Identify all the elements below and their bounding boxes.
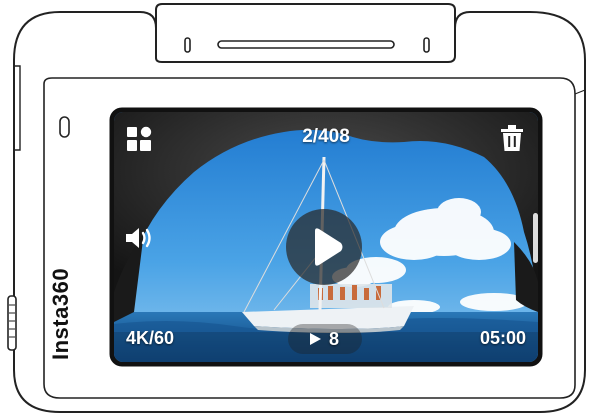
play-count: 8: [329, 329, 340, 349]
media-counter: 2/408: [302, 126, 350, 147]
speaker-icon[interactable]: [125, 225, 157, 251]
resolution-label: 4K/60: [126, 328, 175, 348]
duration-label: 05:00: [479, 328, 526, 348]
scroll-handle[interactable]: [533, 213, 538, 263]
brand-logo: Insta360: [48, 267, 73, 360]
play-button[interactable]: [286, 209, 362, 285]
camera-device: Insta360 2/408 4K/60 8 05:00: [0, 0, 596, 419]
play-small-icon: [310, 333, 321, 345]
playback-screen[interactable]: 2/408 4K/60 8 05:00: [114, 112, 538, 362]
trash-icon[interactable]: [500, 124, 524, 152]
play-icon: [315, 228, 343, 266]
play-count-badge: 8: [288, 324, 362, 354]
